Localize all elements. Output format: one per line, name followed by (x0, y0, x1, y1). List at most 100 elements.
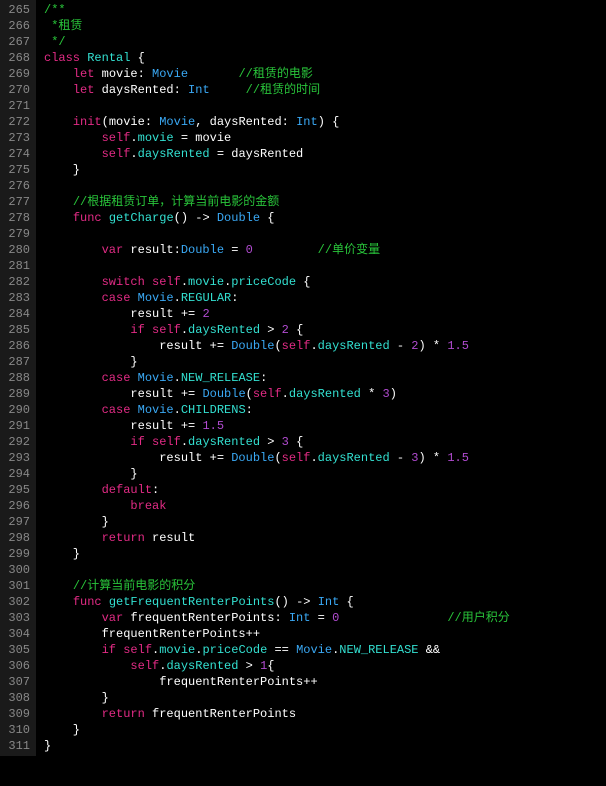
code-line[interactable]: result += 2 (44, 306, 510, 322)
code-token: self (130, 659, 159, 673)
code-token: self (102, 147, 131, 161)
code-line[interactable]: } (44, 354, 510, 370)
code-line[interactable]: self.movie = movie (44, 130, 510, 146)
code-line[interactable]: return result (44, 530, 510, 546)
code-token: ) * (419, 339, 448, 353)
code-line[interactable]: var frequentRenterPoints: Int = 0 //用户积分 (44, 610, 510, 626)
code-line[interactable] (44, 98, 510, 114)
code-token: daysRented (318, 339, 390, 353)
code-line[interactable]: return frequentRenterPoints (44, 706, 510, 722)
code-token: self (152, 323, 181, 337)
code-line[interactable]: } (44, 722, 510, 738)
code-token (339, 611, 447, 625)
code-token: daysRented (138, 147, 210, 161)
line-number: 275 (4, 162, 30, 178)
code-token: { (296, 275, 310, 289)
code-token: daysRented (188, 435, 260, 449)
code-line[interactable]: func getCharge() -> Double { (44, 210, 510, 226)
code-line[interactable]: *租赁 (44, 18, 510, 34)
code-line[interactable]: frequentRenterPoints++ (44, 626, 510, 642)
code-token: Int (296, 115, 318, 129)
line-number: 292 (4, 434, 30, 450)
code-token: Movie (296, 643, 332, 657)
code-token: , daysRented: (195, 115, 296, 129)
line-number: 304 (4, 626, 30, 642)
code-token: && (419, 643, 441, 657)
code-area[interactable]: /** *租赁 */class Rental { let movie: Movi… (36, 0, 510, 756)
code-token: . (181, 323, 188, 337)
code-token: 3 (383, 387, 390, 401)
code-token: movie (159, 643, 195, 657)
code-token: = (310, 611, 332, 625)
code-token: ) { (318, 115, 340, 129)
code-line[interactable] (44, 178, 510, 194)
code-token: result += (44, 451, 231, 465)
code-line[interactable]: default: (44, 482, 510, 498)
code-line[interactable]: if self.daysRented > 2 { (44, 322, 510, 338)
code-token: result += (44, 419, 202, 433)
code-token (102, 595, 109, 609)
code-token: > (260, 323, 282, 337)
code-line[interactable] (44, 226, 510, 242)
code-line[interactable]: frequentRenterPoints++ (44, 674, 510, 690)
code-token: REGULAR (181, 291, 231, 305)
code-token: } (44, 691, 109, 705)
line-number: 293 (4, 450, 30, 466)
code-token: 1.5 (447, 451, 469, 465)
code-line[interactable]: //计算当前电影的积分 (44, 578, 510, 594)
code-token (130, 371, 137, 385)
code-line[interactable]: self.daysRented > 1{ (44, 658, 510, 674)
code-token: result (145, 531, 195, 545)
code-token: = daysRented (210, 147, 304, 161)
code-token: init (73, 115, 102, 129)
code-token: if (130, 323, 144, 337)
code-token: . (310, 339, 317, 353)
code-line[interactable]: result += Double(self.daysRented * 3) (44, 386, 510, 402)
code-token: getFrequentRenterPoints (109, 595, 275, 609)
code-line[interactable]: break (44, 498, 510, 514)
code-line[interactable]: self.daysRented = daysRented (44, 146, 510, 162)
code-token: . (174, 403, 181, 417)
code-line[interactable]: result += Double(self.daysRented - 2) * … (44, 338, 510, 354)
code-line[interactable] (44, 562, 510, 578)
code-line[interactable]: switch self.movie.priceCode { (44, 274, 510, 290)
code-line[interactable]: } (44, 690, 510, 706)
code-token: { (289, 435, 303, 449)
line-number: 307 (4, 674, 30, 690)
code-line[interactable]: class Rental { (44, 50, 510, 66)
code-token: switch (102, 275, 145, 289)
code-line[interactable]: } (44, 162, 510, 178)
code-token: movie (138, 131, 174, 145)
code-line[interactable]: //根据租赁订单，计算当前电影的金额 (44, 194, 510, 210)
code-line[interactable]: var result:Double = 0 //单价变量 (44, 242, 510, 258)
code-editor[interactable]: 2652662672682692702712722732742752762772… (0, 0, 606, 756)
code-token: return (102, 531, 145, 545)
code-line[interactable]: case Movie.CHILDRENS: (44, 402, 510, 418)
code-token: : (231, 291, 238, 305)
code-token: Rental (87, 51, 130, 65)
code-line[interactable]: } (44, 738, 510, 754)
code-token: Double (231, 339, 274, 353)
code-line[interactable]: if self.movie.priceCode == Movie.NEW_REL… (44, 642, 510, 658)
code-line[interactable]: result += Double(self.daysRented - 3) * … (44, 450, 510, 466)
code-line[interactable]: case Movie.NEW_RELEASE: (44, 370, 510, 386)
code-line[interactable]: /** (44, 2, 510, 18)
code-token: ) * (419, 451, 448, 465)
code-line[interactable]: } (44, 546, 510, 562)
line-number: 303 (4, 610, 30, 626)
code-line[interactable] (44, 258, 510, 274)
line-number: 287 (4, 354, 30, 370)
code-line[interactable]: let movie: Movie //租赁的电影 (44, 66, 510, 82)
code-line[interactable]: result += 1.5 (44, 418, 510, 434)
code-line[interactable]: let daysRented: Int //租赁的时间 (44, 82, 510, 98)
code-token: NEW_RELEASE (339, 643, 418, 657)
code-line[interactable]: if self.daysRented > 3 { (44, 434, 510, 450)
code-line[interactable]: } (44, 466, 510, 482)
code-line[interactable]: } (44, 514, 510, 530)
code-line[interactable]: func getFrequentRenterPoints() -> Int { (44, 594, 510, 610)
code-line[interactable]: */ (44, 34, 510, 50)
code-token (44, 595, 73, 609)
code-line[interactable]: case Movie.REGULAR: (44, 290, 510, 306)
code-line[interactable]: init(movie: Movie, daysRented: Int) { (44, 114, 510, 130)
code-token: CHILDRENS (181, 403, 246, 417)
